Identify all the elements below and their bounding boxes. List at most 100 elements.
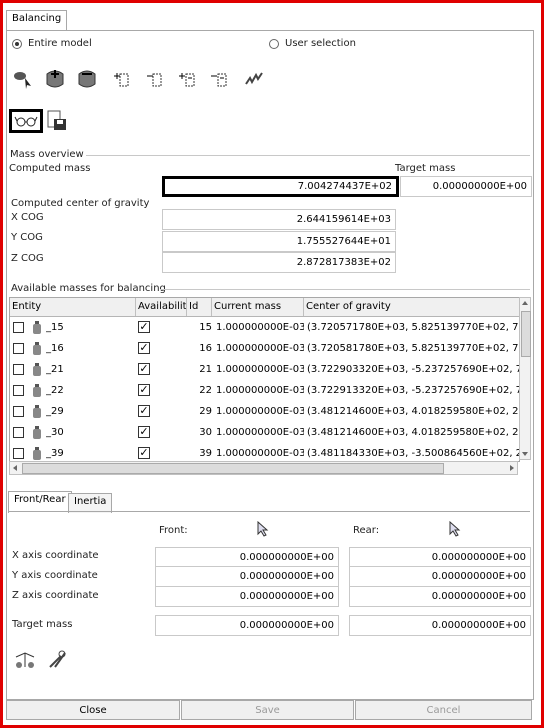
table-row[interactable]: _22 ✓ 22 1.000000000E-03 (3.722913320E+03, -… [10,380,519,401]
table-row[interactable]: _30 ✓ 30 1.000000000E-03 (3.481214600E+03, 4… [10,422,519,443]
front-y-field[interactable]: 0.000000000E+00 [155,566,339,587]
x-cog-field: 2.644159614E+03 [162,209,396,230]
remove-group-icon[interactable] [210,68,230,90]
front-x-field[interactable]: 0.000000000E+00 [155,547,339,568]
center-of-gravity-cell: (3.720581780E+03, 5.825139770E+02, 7.947 [307,343,519,354]
row-select-checkbox[interactable] [13,427,24,438]
computed-mass-label: Computed mass [9,163,91,174]
glasses-icon[interactable] [9,109,43,133]
save-button[interactable]: Save [181,700,354,720]
center-of-gravity-cell: (3.481214600E+03, 4.018259580E+02, 2.306 [307,406,519,417]
table-horizontal-scrollbar[interactable] [9,461,518,475]
table-row[interactable]: _21 ✓ 21 1.000000000E-03 (3.722903320E+03, -… [10,359,519,380]
user-selection-radio[interactable] [269,39,279,49]
current-mass-cell: 1.000000000E-03 [216,385,304,396]
rear-x-field[interactable]: 0.000000000E+00 [349,547,531,568]
add-group-icon[interactable] [178,68,198,90]
table-row[interactable]: _39 ✓ 39 1.000000000E-03 (3.481184330E+03, -… [10,443,519,461]
balance-mass-icon[interactable] [14,649,36,671]
z-cog-field: 2.872817383E+02 [162,252,396,273]
id-cell: 30 [199,427,212,438]
target-mass-field[interactable]: 0.000000000E+00 [400,176,532,197]
z-axis-label: Z axis coordinate [12,590,99,601]
row-select-checkbox[interactable] [13,448,24,459]
select-mass-icon[interactable] [13,68,33,90]
current-mass-cell: 1.000000000E-03 [216,322,304,333]
front-z-field[interactable]: 0.000000000E+00 [155,586,339,607]
mass-entity-icon [33,384,41,397]
rear-label: Rear: [353,525,380,536]
spring-icon[interactable] [244,68,264,90]
availability-checkbox[interactable]: ✓ [138,384,150,396]
front-target-field[interactable]: 0.000000000E+00 [155,615,339,636]
tab-inertia-label: Inertia [74,496,107,507]
x-axis-label: X axis coordinate [12,550,99,561]
center-of-gravity-cell: (3.481214600E+03, 4.018259580E+02, 2.306 [307,427,519,438]
availability-checkbox[interactable]: ✓ [138,363,150,375]
scroll-thumb[interactable] [521,311,531,357]
row-select-checkbox[interactable] [13,322,24,333]
availability-checkbox[interactable]: ✓ [138,447,150,459]
scroll-down-icon[interactable] [522,452,528,456]
y-cog-label: Y COG [11,232,43,243]
column-availability[interactable]: Availability [136,298,187,316]
column-entity[interactable]: Entity [10,298,136,316]
id-cell: 21 [199,364,212,375]
mass-entity-icon [33,426,41,439]
center-of-gravity-cell: (3.722903320E+03, -5.237257690E+02, 7.93 [307,364,519,375]
row-select-checkbox[interactable] [13,385,24,396]
entity-cell: _30 [46,427,64,438]
tools-icon[interactable] [47,649,69,671]
availability-checkbox[interactable]: ✓ [138,405,150,417]
entity-cell: _29 [46,406,64,417]
save-disk-icon[interactable] [46,109,68,131]
remove-mass-icon[interactable] [77,68,97,90]
masses-table: Entity Availability Id Current mass Cent… [9,297,520,462]
availability-checkbox[interactable]: ✓ [138,342,150,354]
entire-model-radio[interactable] [12,39,22,49]
table-vertical-scrollbar[interactable] [519,297,531,460]
column-id[interactable]: Id [187,298,212,316]
mass-entity-icon [33,342,41,355]
entity-cell: _39 [46,448,64,459]
horizontal-scroll-thumb[interactable] [22,463,444,474]
table-row[interactable]: _15 ✓ 15 1.000000000E-03 (3.720571780E+03, 5… [10,317,519,338]
availability-checkbox[interactable]: ✓ [138,321,150,333]
remove-node-icon[interactable] [145,68,165,90]
front-label: Front: [159,525,188,536]
rear-y-field[interactable]: 0.000000000E+00 [349,566,531,587]
center-of-gravity-cell: (3.720571780E+03, 5.825139770E+02, 7.947 [307,322,519,333]
scroll-left-icon[interactable] [13,465,17,471]
rear-target-field[interactable]: 0.000000000E+00 [349,615,531,636]
entire-model-label: Entire model [28,38,92,49]
scroll-right-icon[interactable] [510,465,514,471]
tab-front-rear[interactable]: Front/Rear [8,491,72,513]
row-select-checkbox[interactable] [13,343,24,354]
tab-inertia[interactable]: Inertia [68,493,113,513]
add-node-icon[interactable] [112,68,132,90]
pick-front-icon[interactable] [257,521,269,537]
target-mass-row-label: Target mass [12,619,73,630]
current-mass-cell: 1.000000000E-03 [216,343,304,354]
row-select-checkbox[interactable] [13,364,24,375]
mass-entity-icon [33,405,41,418]
rear-z-field[interactable]: 0.000000000E+00 [349,586,531,607]
add-mass-icon[interactable] [45,68,65,90]
availability-checkbox[interactable]: ✓ [138,426,150,438]
table-row[interactable]: _16 ✓ 16 1.000000000E-03 (3.720581780E+03, 5… [10,338,519,359]
cancel-button[interactable]: Cancel [355,700,532,720]
column-current-mass[interactable]: Current mass [212,298,304,316]
center-of-gravity-cell: (3.722913320E+03, -5.237257690E+02, 7.93 [307,385,519,396]
table-row[interactable]: _29 ✓ 29 1.000000000E-03 (3.481214600E+03, 4… [10,401,519,422]
id-cell: 39 [199,448,212,459]
x-cog-label: X COG [11,212,44,223]
row-select-checkbox[interactable] [13,406,24,417]
mass-overview-title: Mass overview [10,149,84,160]
table-header: Entity Availability Id Current mass Cent… [10,298,519,317]
tab-balancing-label: Balancing [12,13,62,24]
column-center-of-gravity[interactable]: Center of gravity [304,298,519,316]
close-button[interactable]: Close [6,700,180,720]
pick-rear-icon[interactable] [449,521,461,537]
scroll-up-icon[interactable] [522,301,528,305]
current-mass-cell: 1.000000000E-03 [216,364,304,375]
